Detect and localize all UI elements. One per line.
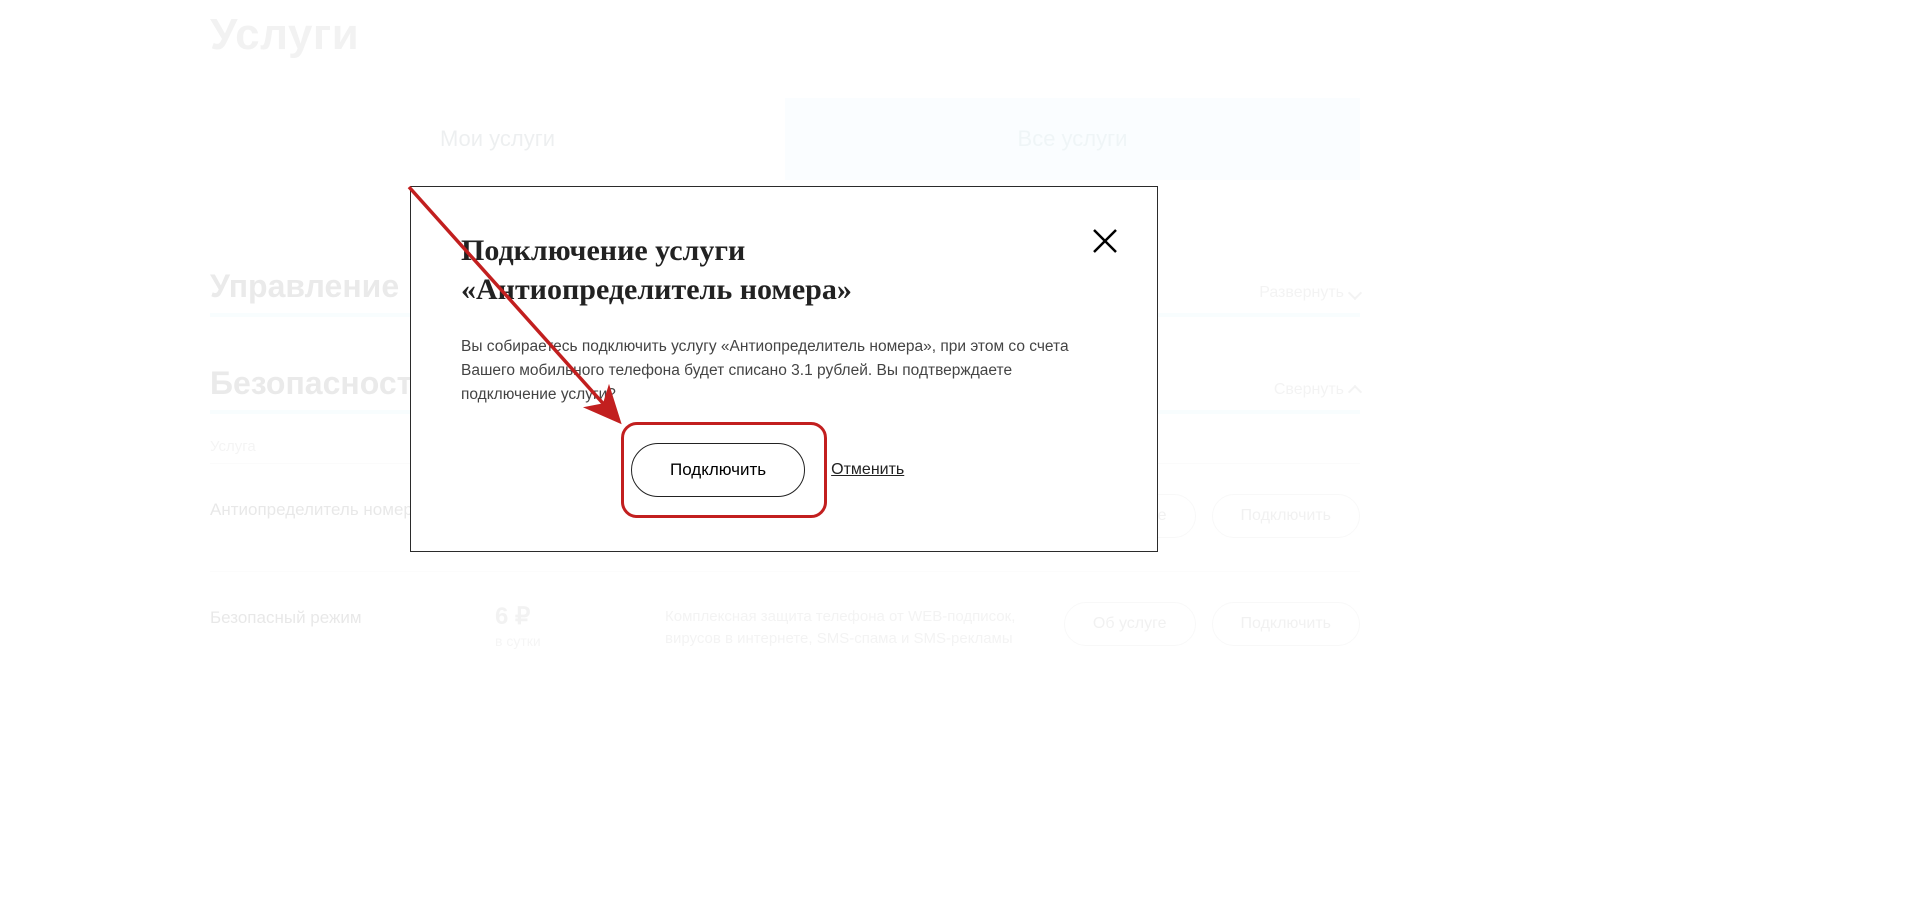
modal-actions: Подключить Отменить — [461, 443, 1107, 497]
service-name: Безопасный режим — [210, 602, 495, 628]
confirm-connect-modal: Подключение услуги «Антиопределитель ном… — [410, 186, 1158, 552]
table-row: Безопасный режим 6 ₽ в сутки Комплексная… — [210, 572, 1360, 680]
modal-close-button[interactable] — [1091, 227, 1119, 255]
modal-title: Подключение услуги «Антиопределитель ном… — [461, 231, 1021, 309]
service-description: Комплексная защита телефона от WEB-подпи… — [665, 602, 1064, 650]
tabs-bar: Мои услуги Все услуги — [210, 98, 1360, 180]
service-price: 6 ₽ в сутки — [495, 602, 665, 649]
price-period: в сутки — [495, 633, 665, 649]
tab-all-services[interactable]: Все услуги — [785, 98, 1360, 180]
chevron-up-icon — [1348, 385, 1362, 399]
section-title-security: Безопасность — [210, 365, 432, 402]
modal-connect-button[interactable]: Подключить — [631, 443, 805, 497]
tab-my-services[interactable]: Мои услуги — [210, 98, 785, 180]
modal-cancel-link[interactable]: Отменить — [831, 461, 904, 479]
modal-body-text: Вы собираетесь подключить услугу «Антиоп… — [461, 335, 1101, 407]
section-toggle-label: Развернуть — [1259, 284, 1344, 302]
section-toggle-management[interactable]: Развернуть — [1259, 284, 1360, 302]
page-title: Услуги — [210, 10, 1360, 60]
section-toggle-security[interactable]: Свернуть — [1274, 381, 1360, 399]
close-icon — [1091, 227, 1119, 255]
section-title-management: Управление — [210, 268, 399, 305]
connect-button[interactable]: Подключить — [1212, 494, 1360, 538]
connect-button[interactable]: Подключить — [1212, 602, 1360, 646]
price-amount: 6 ₽ — [495, 602, 665, 631]
about-service-button[interactable]: Об услуге — [1064, 602, 1196, 646]
section-toggle-label: Свернуть — [1274, 381, 1344, 399]
service-actions: Об услуге Подключить — [1064, 602, 1360, 646]
chevron-down-icon — [1348, 286, 1362, 300]
